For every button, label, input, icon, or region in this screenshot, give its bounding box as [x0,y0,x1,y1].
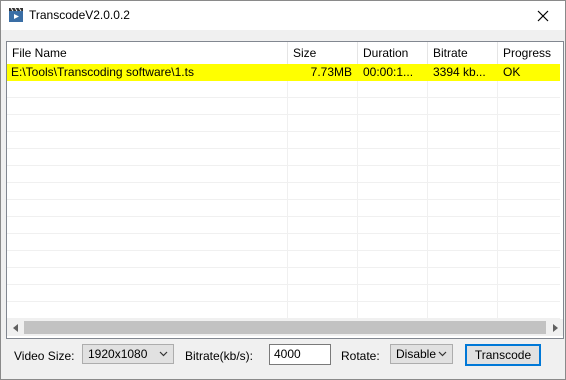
scroll-right-button[interactable] [546,319,563,336]
empty-row [7,217,560,234]
video-size-value: 1920x1080 [88,347,148,361]
empty-row [7,285,560,302]
bitrate-input[interactable]: 4000 [269,344,331,365]
empty-row [7,81,560,98]
cell-progress: OK [503,65,521,79]
cell-file-name: E:\Tools\Transcoding software\1.ts [11,65,194,79]
empty-row [7,98,560,115]
rotate-value: Disable [396,347,437,361]
close-button[interactable] [521,1,565,30]
empty-row [7,268,560,285]
table-row[interactable]: E:\Tools\Transcoding software\1.ts 7.73M… [7,64,560,81]
list-header: File Name Size Duration Bitrate Progress [7,42,563,64]
column-header-size[interactable]: Size [288,42,358,64]
column-header-duration[interactable]: Duration [358,42,428,64]
horizontal-scrollbar[interactable] [7,319,563,336]
video-size-select[interactable]: 1920x1080 [82,344,174,364]
empty-row [7,149,560,166]
empty-row [7,200,560,217]
app-window: TranscodeV2.0.0.2 File Name Size Duratio… [0,0,566,380]
cell-duration: 00:00:1... [363,65,414,79]
column-header-file-name[interactable]: File Name [7,42,288,64]
close-icon [537,10,549,21]
scroll-left-button[interactable] [7,319,24,336]
transcode-button[interactable]: Transcode [465,344,541,366]
window-title: TranscodeV2.0.0.2 [29,8,130,22]
empty-row [7,166,560,183]
rotate-label: Rotate: [341,349,380,363]
empty-row [7,251,560,268]
list-rows: E:\Tools\Transcoding software\1.ts 7.73M… [7,64,563,319]
chevron-left-icon [12,323,18,332]
column-header-progress[interactable]: Progress [498,42,563,64]
bitrate-label: Bitrate(kb/s): [185,349,254,363]
title-bar: TranscodeV2.0.0.2 [1,1,565,30]
empty-row [7,132,560,149]
video-size-label: Video Size: [14,349,75,363]
empty-row [7,183,560,200]
chevron-down-icon [159,351,168,357]
column-header-bitrate[interactable]: Bitrate [428,42,498,64]
video-clapper-icon [8,7,24,23]
empty-row [7,234,560,251]
rotate-select[interactable]: Disable [390,344,453,364]
scrollbar-thumb[interactable] [24,321,546,334]
empty-row [7,302,560,319]
chevron-down-icon [438,351,447,357]
cell-size: 7.73MB [310,65,352,79]
file-list[interactable]: File Name Size Duration Bitrate Progress… [6,41,564,339]
options-bar: Video Size: 1920x1080 Bitrate(kb/s): 400… [1,341,565,371]
empty-row [7,115,560,132]
cell-bitrate: 3394 kb... [433,65,486,79]
chevron-right-icon [552,323,558,332]
